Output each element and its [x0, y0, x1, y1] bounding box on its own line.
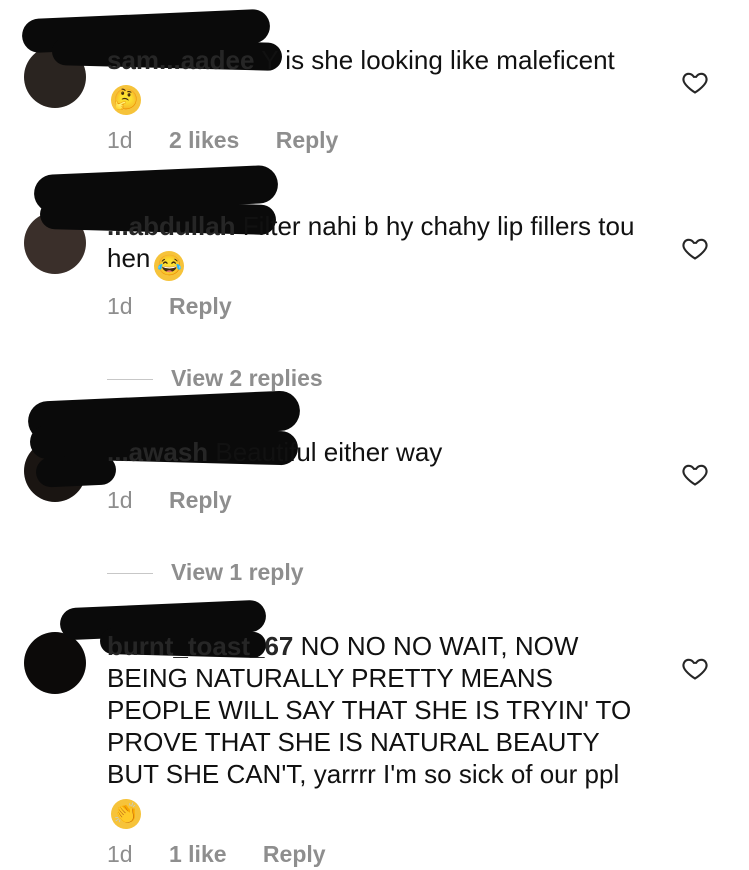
- comment-username[interactable]: ...abdullah: [107, 211, 236, 241]
- comment-text: ...awash Beautiful either way: [107, 436, 637, 468]
- comment-username[interactable]: burnt_toast_67: [107, 631, 293, 661]
- divider-line: [107, 573, 153, 575]
- view-replies-button[interactable]: View 1 reply: [107, 558, 304, 586]
- comment-body: Beautiful either way: [208, 437, 443, 467]
- comment-text: ...abdullah Filter nahi b hy chahy lip f…: [107, 210, 637, 281]
- tears-of-joy-icon: 😂: [154, 251, 185, 281]
- view-replies-button[interactable]: View 2 replies: [107, 364, 323, 392]
- comment-meta: 1d Reply: [107, 486, 262, 514]
- heart-outline-icon[interactable]: [680, 68, 710, 96]
- comment-age: 1d: [107, 841, 133, 867]
- comment-age: 1d: [107, 127, 133, 153]
- reply-button[interactable]: Reply: [263, 841, 326, 867]
- comment-body: Y is she looking like maleficent: [254, 45, 615, 75]
- avatar[interactable]: [24, 632, 86, 694]
- comment-age: 1d: [107, 487, 133, 513]
- comment-meta: 1d 1 like Reply: [107, 840, 356, 868]
- redaction-mark: [35, 454, 117, 488]
- comment-age: 1d: [107, 293, 133, 319]
- comment-likes[interactable]: 2 likes: [169, 127, 239, 153]
- heart-outline-icon[interactable]: [680, 460, 710, 488]
- reply-button[interactable]: Reply: [169, 487, 232, 513]
- clapping-hands-icon: 👏: [111, 799, 141, 829]
- divider-line: [107, 379, 153, 381]
- reply-button[interactable]: Reply: [169, 293, 232, 319]
- comment-text: sam...aadee Y is she looking like malefi…: [107, 44, 637, 115]
- comment-username[interactable]: sam...aadee: [107, 45, 254, 75]
- reply-button[interactable]: Reply: [276, 127, 339, 153]
- view-replies-label: View 1 reply: [171, 559, 304, 585]
- comment-likes[interactable]: 1 like: [169, 841, 227, 867]
- comment-meta: 1d 2 likes Reply: [107, 126, 368, 154]
- comment-meta: 1d Reply: [107, 292, 262, 320]
- comment-username[interactable]: ...awash: [107, 437, 208, 467]
- thinking-face-icon: 🤔: [111, 85, 141, 115]
- comment-text: burnt_toast_67 NO NO NO WAIT, NOW BEING …: [107, 630, 635, 829]
- view-replies-label: View 2 replies: [171, 365, 323, 391]
- heart-outline-icon[interactable]: [680, 234, 710, 262]
- heart-outline-icon[interactable]: [680, 654, 710, 682]
